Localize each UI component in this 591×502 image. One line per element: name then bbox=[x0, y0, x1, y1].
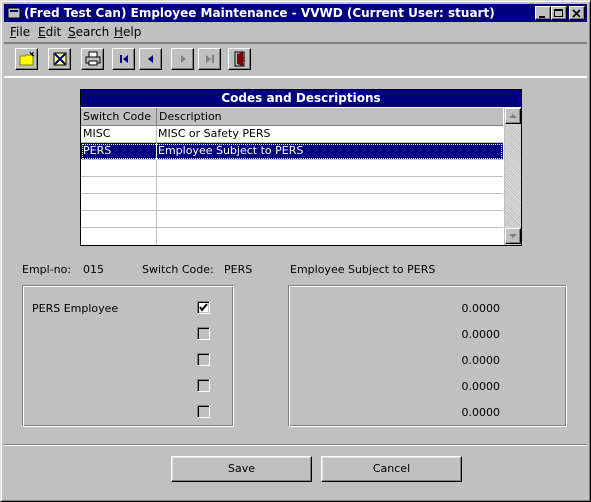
delete-button[interactable] bbox=[48, 48, 71, 70]
switch-code-value: PERS bbox=[224, 263, 253, 276]
value-4: 0.0000 bbox=[461, 380, 501, 393]
close-button[interactable] bbox=[569, 6, 585, 20]
last-record-icon bbox=[206, 55, 214, 63]
value-5: 0.0000 bbox=[461, 406, 501, 419]
scroll-up-icon bbox=[509, 114, 517, 118]
pers-employee-label: PERS Employee bbox=[32, 302, 119, 315]
cell-description: Employee Subject to PERS bbox=[158, 144, 304, 157]
exit-icon bbox=[234, 51, 246, 67]
table-row-empty[interactable] bbox=[81, 160, 503, 177]
maximize-icon bbox=[554, 9, 563, 17]
app-icon bbox=[6, 5, 22, 21]
value-2: 0.0000 bbox=[461, 328, 501, 341]
bottom-divider bbox=[4, 444, 587, 446]
flag-checkbox-2[interactable] bbox=[197, 327, 210, 340]
pers-employee-checkbox[interactable] bbox=[197, 301, 210, 314]
scroll-up-button[interactable] bbox=[505, 108, 521, 124]
next-record-button[interactable] bbox=[171, 48, 194, 70]
cell-switch-code: PERS bbox=[83, 144, 112, 157]
checkmark-icon bbox=[199, 303, 208, 312]
maximize-button[interactable] bbox=[551, 6, 567, 20]
minimize-button[interactable] bbox=[535, 6, 551, 20]
empl-no-value: 015 bbox=[83, 263, 104, 276]
next-record-icon bbox=[181, 55, 186, 63]
menu-edit[interactable]: Edit bbox=[38, 25, 61, 39]
delete-icon bbox=[53, 52, 67, 66]
exit-button[interactable] bbox=[228, 48, 251, 70]
cell-switch-code: MISC bbox=[83, 127, 111, 140]
codes-grid[interactable]: Codes and Descriptions Switch Code Descr… bbox=[80, 89, 522, 246]
cancel-button[interactable]: Cancel bbox=[321, 456, 462, 482]
menu-search[interactable]: Search bbox=[68, 25, 109, 39]
flag-checkbox-4[interactable] bbox=[197, 379, 210, 392]
empl-no-label: Empl-no: bbox=[22, 263, 72, 276]
table-row-selected[interactable]: PERS Employee Subject to PERS bbox=[81, 143, 503, 160]
print-icon bbox=[85, 51, 101, 66]
flags-group: PERS Employee bbox=[22, 285, 234, 427]
save-button[interactable]: Save bbox=[171, 456, 312, 482]
last-record-button[interactable] bbox=[198, 48, 221, 70]
minimize-icon bbox=[539, 16, 545, 18]
print-button[interactable] bbox=[81, 48, 104, 70]
grid-scrollbar[interactable] bbox=[504, 108, 521, 245]
flag-checkbox-5[interactable] bbox=[197, 405, 210, 418]
menu-file[interactable]: File bbox=[10, 25, 30, 39]
table-row-empty[interactable] bbox=[81, 211, 503, 228]
window-title: (Fred Test Can) Employee Maintenance - V… bbox=[24, 6, 495, 20]
table-row-empty[interactable] bbox=[81, 228, 503, 245]
employee-maintenance-window: (Fred Test Can) Employee Maintenance - V… bbox=[0, 0, 591, 502]
previous-record-button[interactable] bbox=[139, 48, 162, 70]
column-header-switch-code[interactable]: Switch Code bbox=[81, 108, 157, 125]
grid-body: MISC MISC or Safety PERS PERS Employee S… bbox=[81, 126, 503, 246]
values-group: 0.0000 0.0000 0.0000 0.0000 0.0000 bbox=[288, 285, 567, 427]
scroll-down-button[interactable] bbox=[505, 228, 521, 244]
grid-header: Switch Code Description bbox=[81, 108, 503, 126]
close-icon bbox=[572, 9, 581, 18]
new-icon bbox=[19, 51, 35, 66]
first-record-icon bbox=[120, 55, 128, 63]
scroll-down-icon bbox=[509, 234, 517, 238]
menu-help[interactable]: Help bbox=[114, 25, 141, 39]
table-row-empty[interactable] bbox=[81, 194, 503, 211]
grid-title: Codes and Descriptions bbox=[81, 90, 521, 107]
first-record-button[interactable] bbox=[112, 48, 135, 70]
menu-bar: File Edit Search Help bbox=[4, 23, 587, 41]
flag-checkbox-3[interactable] bbox=[197, 353, 210, 366]
title-bar[interactable]: (Fred Test Can) Employee Maintenance - V… bbox=[4, 4, 587, 22]
table-row[interactable]: MISC MISC or Safety PERS bbox=[81, 126, 503, 143]
cell-description: MISC or Safety PERS bbox=[158, 127, 271, 140]
value-1: 0.0000 bbox=[461, 302, 501, 315]
switch-code-label: Switch Code: bbox=[142, 263, 214, 276]
value-3: 0.0000 bbox=[461, 354, 501, 367]
column-header-description[interactable]: Description bbox=[157, 108, 503, 125]
new-button[interactable] bbox=[15, 48, 38, 70]
table-row-empty[interactable] bbox=[81, 177, 503, 194]
previous-record-icon bbox=[148, 55, 153, 63]
toolbar bbox=[4, 42, 587, 78]
switch-description: Employee Subject to PERS bbox=[290, 263, 436, 276]
